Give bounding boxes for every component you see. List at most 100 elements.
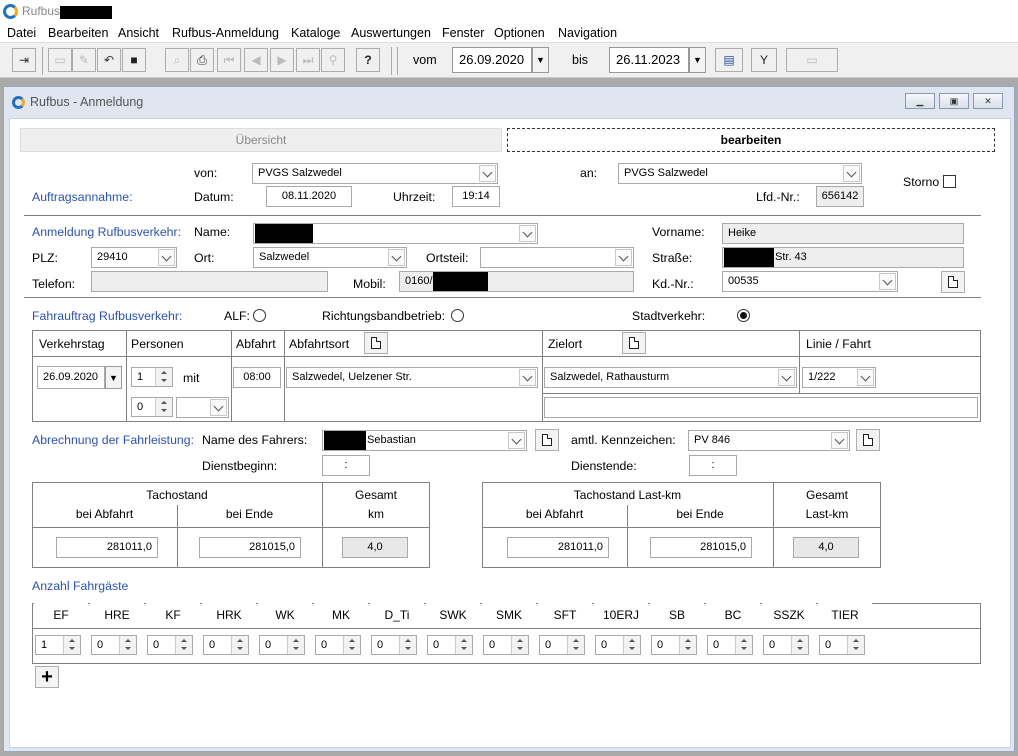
fahrgaeste-spinner-ef[interactable]: 1 xyxy=(35,635,81,655)
fahrgaeste-spinner-d_ti[interactable]: 0 xyxy=(371,635,417,655)
abfahrt-field[interactable]: 08:00 xyxy=(233,367,281,388)
richtungsband-radio[interactable] xyxy=(451,309,464,322)
spinner-arrows-icon[interactable] xyxy=(455,636,472,654)
filter-button[interactable]: Y xyxy=(751,48,777,72)
dienstende-field[interactable]: : xyxy=(689,455,737,476)
menu-auswertungen[interactable]: Auswertungen xyxy=(351,26,431,40)
spinner-arrows-icon[interactable] xyxy=(287,636,304,654)
fahrer-detail-button[interactable] xyxy=(535,429,559,451)
verkehrstag-dropdown[interactable]: ▼ xyxy=(105,366,122,389)
undo-button[interactable]: ↶ xyxy=(97,48,121,72)
fahrgaeste-spinner-sb[interactable]: 0 xyxy=(651,635,697,655)
fahrgaeste-spinner-kf[interactable]: 0 xyxy=(147,635,193,655)
ort-select[interactable]: Salzwedel xyxy=(253,247,407,268)
an-select[interactable]: PVGS Salzwedel xyxy=(618,163,862,184)
uhrzeit-field[interactable]: 19:14 xyxy=(452,186,500,207)
fahrgaeste-spinner-10erj[interactable]: 0 xyxy=(595,635,641,655)
tab-bearbeiten[interactable]: bearbeiten xyxy=(507,128,995,152)
close-button[interactable]: ✕ xyxy=(973,93,1003,109)
search-button[interactable]: ⚲ xyxy=(321,48,345,72)
spinner-arrows-icon[interactable] xyxy=(119,636,136,654)
fahrgaeste-spinner-sszk[interactable]: 0 xyxy=(763,635,809,655)
menu-navigation[interactable]: Navigation xyxy=(558,26,617,40)
von-select[interactable]: PVGS Salzwedel xyxy=(252,163,498,184)
first-record-button[interactable]: ⏮ xyxy=(217,48,241,72)
spinner-arrows-icon[interactable] xyxy=(791,636,808,654)
spinner-arrows-icon[interactable] xyxy=(343,636,360,654)
spinner-arrows-icon[interactable] xyxy=(679,636,696,654)
fahrgaeste-spinner-swk[interactable]: 0 xyxy=(427,635,473,655)
spinner-arrows-icon[interactable] xyxy=(399,636,416,654)
menu-datei[interactable]: Datei xyxy=(7,26,36,40)
fahrgaeste-spinner-smk[interactable]: 0 xyxy=(483,635,529,655)
spinner-arrows-icon[interactable] xyxy=(567,636,584,654)
new-button[interactable]: ▭ xyxy=(48,48,72,72)
vom-date-field[interactable]: 26.09.2020 xyxy=(452,47,532,73)
exit-button[interactable]: ⇥ xyxy=(12,48,36,72)
help-button[interactable]: ? xyxy=(356,48,380,72)
spinner-arrows-icon[interactable] xyxy=(155,398,172,416)
prev-record-button[interactable]: ◀ xyxy=(244,48,268,72)
verkehrstag-field[interactable]: 26.09.2020 xyxy=(37,366,105,389)
spinner-arrows-icon[interactable] xyxy=(735,636,752,654)
kunde-detail-button[interactable] xyxy=(941,271,965,293)
abfahrtsort-select[interactable]: Salzwedel, Uelzener Str. xyxy=(286,367,538,388)
print-button[interactable]: ⎙ xyxy=(190,48,214,72)
edit-button[interactable]: ✎ xyxy=(72,48,96,72)
form-button[interactable]: ▭ xyxy=(786,48,838,72)
spinner-arrows-icon[interactable] xyxy=(63,636,80,654)
tab-uebersicht[interactable]: Übersicht xyxy=(20,128,502,152)
last-record-button[interactable]: ⏭ xyxy=(296,48,320,72)
tacho-abfahrt-field[interactable]: 281011,0 xyxy=(56,537,158,558)
abfahrtsort-detail-button[interactable] xyxy=(364,332,388,354)
fahrgaeste-spinner-sft[interactable]: 0 xyxy=(539,635,585,655)
storno-checkbox[interactable] xyxy=(943,175,956,188)
spinner-arrows-icon[interactable] xyxy=(175,636,192,654)
kennzeichen-select[interactable]: PV 846 xyxy=(688,430,850,451)
preview-button[interactable]: ⌕ xyxy=(165,48,189,72)
personen-spinner[interactable]: 1 xyxy=(131,367,173,387)
minimize-button[interactable]: ▁ xyxy=(905,93,935,109)
menu-bearbeiten[interactable]: Bearbeiten xyxy=(48,26,108,40)
vorname-field[interactable]: Heike xyxy=(722,223,964,244)
bis-date-dropdown[interactable]: ▼ xyxy=(689,47,706,73)
plz-select[interactable]: 29410 xyxy=(91,247,177,268)
spinner-arrows-icon[interactable] xyxy=(623,636,640,654)
datum-field[interactable]: 08.11.2020 xyxy=(266,186,352,207)
next-record-button[interactable]: ▶ xyxy=(270,48,294,72)
menu-optionen[interactable]: Optionen xyxy=(494,26,545,40)
fahrgaeste-spinner-hre[interactable]: 0 xyxy=(91,635,137,655)
stadtverkehr-radio[interactable] xyxy=(737,309,750,322)
bemerkung-field[interactable] xyxy=(544,397,978,418)
tacho-ende-field[interactable]: 281015,0 xyxy=(199,537,301,558)
add-row-button[interactable]: + xyxy=(35,666,59,688)
zielort-detail-button[interactable] xyxy=(622,332,646,354)
window-layout-button[interactable]: ▤ xyxy=(715,48,743,72)
fahrgaeste-spinner-hrk[interactable]: 0 xyxy=(203,635,249,655)
linie-select[interactable]: 1/222 xyxy=(802,367,876,388)
ortsteil-select[interactable] xyxy=(480,247,634,268)
tacho-last-abfahrt-field[interactable]: 281011,0 xyxy=(507,537,609,558)
fahrzeug-detail-button[interactable] xyxy=(856,429,880,451)
menu-ansicht[interactable]: Ansicht xyxy=(118,26,159,40)
tacho-last-ende-field[interactable]: 281015,0 xyxy=(650,537,752,558)
fahrgaeste-spinner-mk[interactable]: 0 xyxy=(315,635,361,655)
fahrgaeste-spinner-bc[interactable]: 0 xyxy=(707,635,753,655)
zielort-select[interactable]: Salzwedel, Rathausturm xyxy=(544,367,797,388)
maximize-button[interactable]: ▣ xyxy=(939,93,969,109)
menu-rufbus-anmeldung[interactable]: Rufbus-Anmeldung xyxy=(172,26,279,40)
personen2-spinner[interactable]: 0 xyxy=(131,397,173,417)
menu-fenster[interactable]: Fenster xyxy=(442,26,484,40)
spinner-arrows-icon[interactable] xyxy=(511,636,528,654)
begleitung-select[interactable] xyxy=(176,397,229,418)
spinner-arrows-icon[interactable] xyxy=(847,636,864,654)
vom-date-dropdown[interactable]: ▼ xyxy=(532,47,549,73)
kdnr-select[interactable]: 00535 xyxy=(722,271,898,292)
fahrgaeste-spinner-wk[interactable]: 0 xyxy=(259,635,305,655)
dienstbeginn-field[interactable]: : xyxy=(322,455,370,476)
spinner-arrows-icon[interactable] xyxy=(231,636,248,654)
menu-kataloge[interactable]: Kataloge xyxy=(291,26,340,40)
save-button[interactable]: ■ xyxy=(122,48,146,72)
spinner-arrows-icon[interactable] xyxy=(155,368,172,386)
telefon-field[interactable] xyxy=(91,271,328,292)
